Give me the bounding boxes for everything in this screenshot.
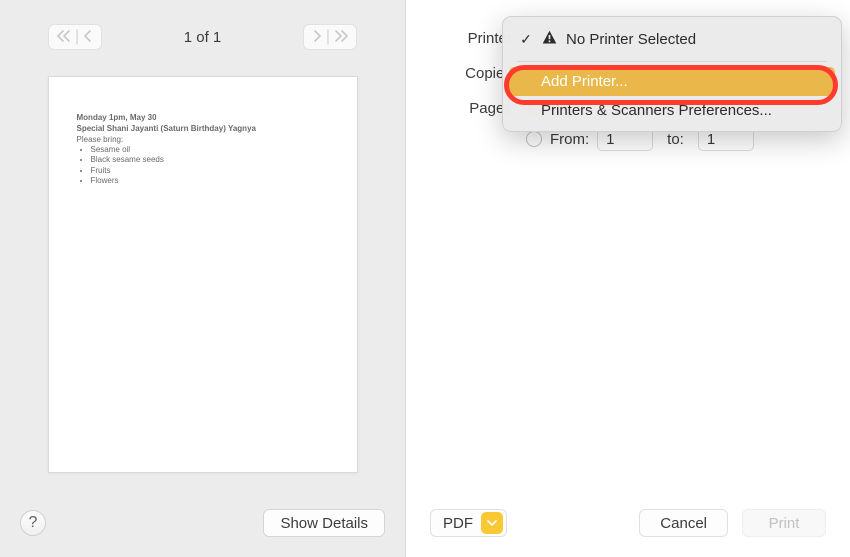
doc-title-line: Special Shani Jayanti (Saturn Birthday) … bbox=[77, 124, 329, 133]
preview-panel: | 1 of 1 | Monday 1pm, May 30 Special Sh… bbox=[0, 0, 406, 557]
right-bottom-row: PDF Cancel Print bbox=[430, 509, 826, 537]
pages-range-radio[interactable] bbox=[526, 131, 542, 147]
doc-list-item: Sesame oil bbox=[91, 145, 329, 155]
pages-to-label: to: bbox=[667, 131, 684, 148]
prev-page-button[interactable] bbox=[79, 30, 97, 45]
dropdown-item-label: Add Printer... bbox=[541, 73, 628, 90]
print-preview-page: Monday 1pm, May 30 Special Shani Jayanti… bbox=[48, 76, 358, 473]
dropdown-item-label: Printers & Scanners Preferences... bbox=[541, 102, 772, 119]
pages-from-label: From: bbox=[550, 131, 589, 148]
doc-date-line: Monday 1pm, May 30 bbox=[77, 113, 329, 122]
dropdown-item-label: No Printer Selected bbox=[566, 31, 696, 48]
dropdown-item-preferences[interactable]: Printers & Scanners Preferences... bbox=[509, 96, 835, 125]
checkmark-icon: ✓ bbox=[519, 31, 533, 48]
action-button-group: Cancel Print bbox=[639, 509, 826, 537]
double-chevron-right-icon bbox=[334, 30, 348, 42]
next-page-button[interactable] bbox=[308, 30, 326, 45]
chevron-right-icon bbox=[312, 30, 322, 42]
doc-list-item: Flowers bbox=[91, 176, 329, 186]
chevron-left-icon bbox=[83, 30, 93, 42]
pdf-label: PDF bbox=[443, 515, 473, 532]
question-mark-icon: ? bbox=[29, 514, 38, 532]
page-nav-prev-group[interactable]: | bbox=[48, 24, 102, 50]
pdf-dropdown-button[interactable]: PDF bbox=[430, 509, 507, 537]
pdf-chevron-badge bbox=[481, 512, 503, 534]
show-details-button[interactable]: Show Details bbox=[263, 509, 385, 537]
left-bottom-row: ? Show Details bbox=[20, 509, 385, 537]
cancel-button[interactable]: Cancel bbox=[639, 509, 728, 537]
dropdown-separator bbox=[517, 61, 827, 62]
dropdown-item-add-printer[interactable]: Add Printer... bbox=[509, 67, 835, 96]
printer-dropdown-menu: ✓ No Printer Selected Add Printer... Pri… bbox=[502, 16, 842, 132]
doc-list-item: Fruits bbox=[91, 166, 329, 176]
double-chevron-left-icon bbox=[57, 30, 71, 42]
dropdown-item-no-printer[interactable]: ✓ No Printer Selected bbox=[509, 23, 835, 56]
warning-triangle-icon bbox=[541, 29, 558, 50]
first-page-button[interactable] bbox=[53, 30, 75, 45]
page-nav-row: | 1 of 1 | bbox=[0, 0, 405, 50]
doc-bring-line: Please bring: bbox=[77, 135, 329, 144]
page-counter: 1 of 1 bbox=[184, 29, 222, 46]
help-button[interactable]: ? bbox=[20, 510, 46, 536]
doc-item-list: Sesame oil Black sesame seeds Fruits Flo… bbox=[91, 145, 329, 187]
chevron-down-icon bbox=[487, 518, 497, 528]
doc-list-item: Black sesame seeds bbox=[91, 155, 329, 165]
last-page-button[interactable] bbox=[330, 30, 352, 45]
print-button: Print bbox=[742, 509, 826, 537]
page-nav-next-group[interactable]: | bbox=[303, 24, 357, 50]
